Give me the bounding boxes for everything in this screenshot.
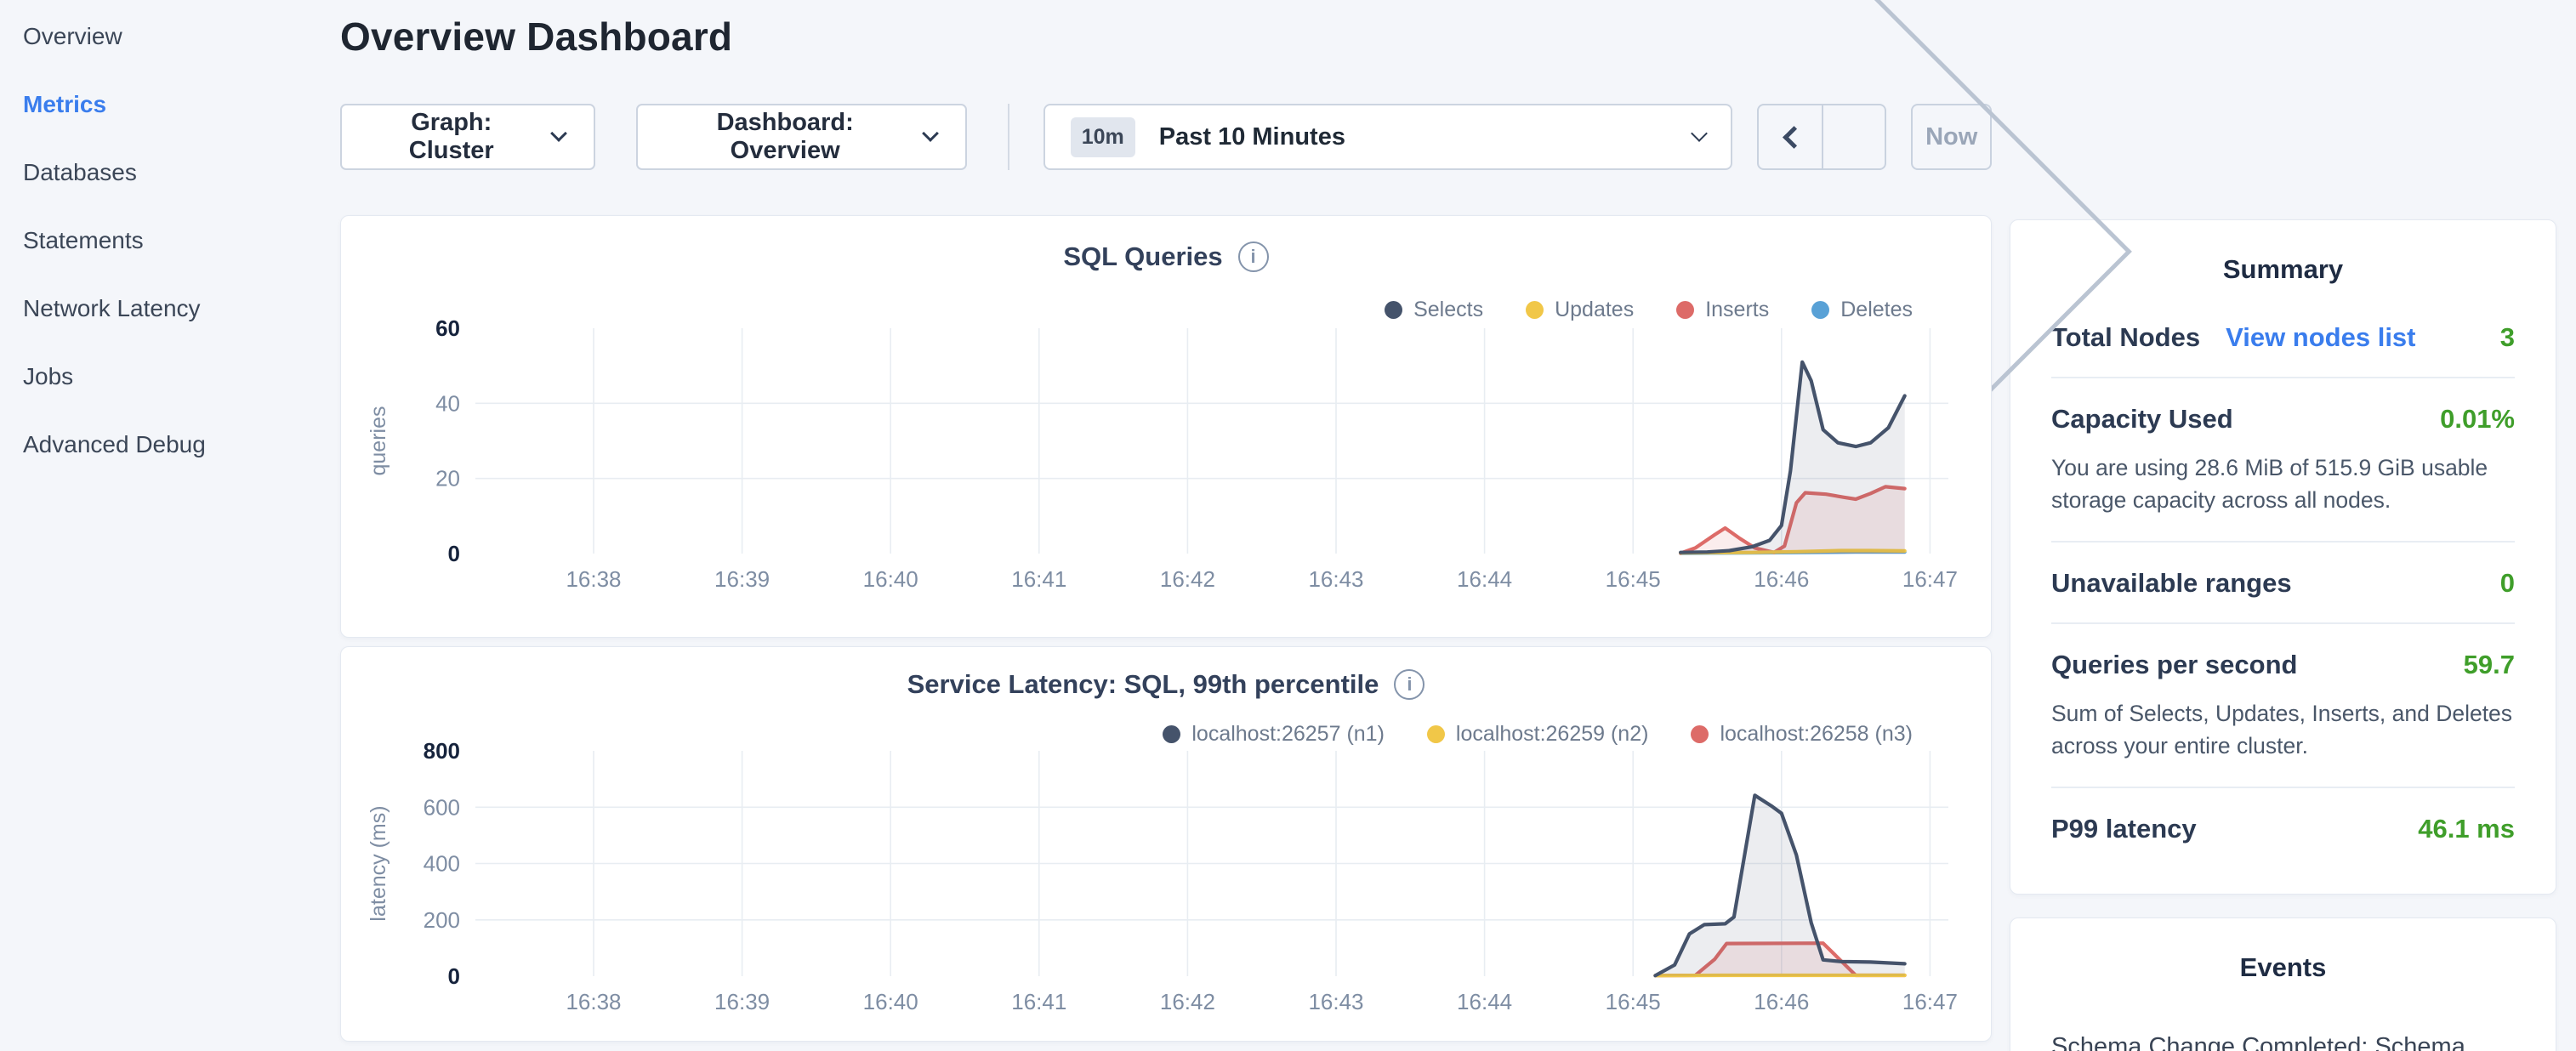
svg-text:20: 20: [435, 466, 460, 491]
graph-dropdown-label: Graph: Cluster: [371, 109, 532, 165]
svg-text:16:42: 16:42: [1160, 566, 1215, 592]
summary-row-value: 46.1 ms: [2418, 814, 2515, 844]
vertical-divider: [1008, 104, 1009, 170]
svg-text:16:39: 16:39: [714, 989, 770, 1014]
sidebar-item-metrics[interactable]: Metrics: [23, 90, 340, 118]
main-content: Overview Dashboard Graph: Cluster Dashbo…: [340, 0, 1992, 1051]
summary-row-label: Total Nodes: [2051, 322, 2200, 353]
svg-text:800: 800: [424, 741, 460, 764]
legend-dot-icon: [1811, 301, 1829, 319]
svg-text:16:45: 16:45: [1606, 989, 1661, 1014]
summary-row-unavailable-ranges: Unavailable ranges 0: [2051, 541, 2515, 622]
view-nodes-list-link[interactable]: View nodes list: [2226, 322, 2415, 353]
sidebar-item-advanced-debug[interactable]: Advanced Debug: [23, 430, 340, 458]
svg-text:16:46: 16:46: [1754, 989, 1809, 1014]
chevron-down-icon: [550, 125, 567, 142]
summary-panel: Summary Total NodesView nodes list3Capac…: [2010, 219, 2556, 895]
sidebar-item-jobs[interactable]: Jobs: [23, 362, 340, 390]
summary-row-queries-per-second: Queries per second 59.7 Sum of Selects, Up…: [2051, 622, 2515, 787]
sidebar-item-databases[interactable]: Databases: [23, 158, 340, 186]
time-nav-button-group: [1757, 104, 1886, 170]
svg-text:600: 600: [424, 794, 460, 820]
chart-title: Service Latency: SQL, 99th percentile i: [341, 669, 1991, 700]
svg-text:16:41: 16:41: [1011, 989, 1066, 1014]
summary-row-value: 59.7: [2464, 650, 2515, 680]
svg-text:16:44: 16:44: [1457, 989, 1512, 1014]
sidebar: Overview Metrics Databases Statements Networ…: [0, 0, 340, 1051]
svg-text:latency (ms): latency (ms): [367, 805, 390, 921]
chart-plot: 16:38 16:39 16:40 16:41 16:42 16:43 16:44 16:45…: [341, 741, 1993, 1034]
svg-text:0: 0: [448, 963, 460, 989]
summary-row-total-nodes: Total Nodes View nodes list 3: [2051, 297, 2515, 377]
summary-row-value: 3: [2500, 322, 2515, 353]
svg-text:16:42: 16:42: [1160, 989, 1215, 1014]
sidebar-item-statements[interactable]: Statements: [23, 226, 340, 254]
chart-title-text: Service Latency: SQL, 99th percentile: [907, 669, 1379, 700]
svg-text:60: 60: [435, 318, 460, 341]
time-range-picker[interactable]: 10m Past 10 Minutes: [1043, 104, 1733, 170]
svg-text:16:44: 16:44: [1457, 566, 1512, 592]
svg-text:400: 400: [424, 851, 460, 877]
chart-title: SQL Queries i: [341, 241, 1991, 272]
sidebar-item-network-latency[interactable]: Network Latency: [23, 294, 340, 322]
sidebar-nav-list: Overview Metrics Databases Statements Networ…: [23, 22, 340, 458]
dashboard-dropdown-label: Dashboard: Overview: [667, 109, 904, 165]
svg-text:16:46: 16:46: [1754, 566, 1809, 592]
svg-text:16:43: 16:43: [1308, 566, 1363, 592]
svg-text:16:39: 16:39: [714, 566, 770, 592]
svg-text:queries: queries: [367, 406, 390, 476]
summary-row-label: P99 latency: [2051, 814, 2197, 844]
time-forward-button[interactable]: [1822, 105, 1885, 168]
chart-title-text: SQL Queries: [1063, 241, 1222, 272]
time-range-label: Past 10 Minutes: [1159, 123, 1694, 151]
chevron-down-icon: [922, 125, 939, 142]
controls-row: Graph: Cluster Dashboard: Overview 10m P…: [340, 104, 1992, 170]
graph-dropdown[interactable]: Graph: Cluster: [340, 104, 595, 170]
info-icon[interactable]: i: [1394, 669, 1424, 700]
summary-row-label: Queries per second: [2051, 650, 2297, 680]
svg-text:16:40: 16:40: [863, 989, 918, 1014]
svg-text:16:38: 16:38: [566, 566, 621, 592]
summary-rows: Total Nodes View nodes list 3 Capacity Used…: [2051, 297, 2515, 868]
chart-plot: 16:38 16:39 16:40 16:41 16:42 16:43 16:44 16:45…: [341, 318, 1993, 611]
legend-dot-icon: [1526, 301, 1544, 319]
svg-text:16:43: 16:43: [1308, 989, 1363, 1014]
svg-text:16:47: 16:47: [1902, 989, 1958, 1014]
summary-row-value: 0.01%: [2440, 404, 2515, 435]
summary-row-note: You are using 28.6 MiB of 515.9 GiB usab…: [2051, 452, 2515, 517]
sql-queries-chart-card: SQL Queries i SelectsUpdatesInsertsDelet…: [340, 215, 1992, 638]
info-icon[interactable]: i: [1238, 241, 1269, 272]
legend-dot-icon: [1676, 301, 1694, 319]
app: Overview Metrics Databases Statements Networ…: [0, 0, 2576, 1051]
svg-text:16:41: 16:41: [1011, 566, 1066, 592]
svg-text:16:47: 16:47: [1902, 566, 1958, 592]
sidebar-item-overview[interactable]: Overview: [23, 22, 340, 50]
summary-row-label: Capacity Used: [2051, 404, 2233, 435]
right-sidebar: Summary Total NodesView nodes list3Capac…: [2010, 0, 2556, 1051]
dashboard-dropdown[interactable]: Dashboard: Overview: [636, 104, 967, 170]
svg-text:200: 200: [424, 907, 460, 933]
summary-row-value: 0: [2500, 568, 2515, 599]
summary-row-label: Unavailable ranges: [2051, 568, 2292, 599]
events-panel: Events Schema Change Completed: Schema c…: [2010, 917, 2556, 1051]
svg-text:16:38: 16:38: [566, 989, 621, 1014]
summary-row-capacity-used: Capacity Used 0.01% You are using 28.6 MiB…: [2051, 377, 2515, 541]
events-title: Events: [2051, 952, 2515, 983]
svg-text:40: 40: [435, 390, 460, 416]
event-message: Schema Change Completed: Schema change w…: [2051, 1027, 2515, 1051]
events-list: Schema Change Completed: Schema change w…: [2051, 1027, 2515, 1051]
summary-row-p99-latency: P99 latency 46.1 ms: [2051, 787, 2515, 868]
svg-text:0: 0: [448, 541, 460, 566]
summary-row-note: Sum of Selects, Updates, Inserts, and De…: [2051, 697, 2515, 763]
svg-text:16:40: 16:40: [863, 566, 918, 592]
legend-dot-icon: [1385, 301, 1402, 319]
service-latency-chart-card: Service Latency: SQL, 99th percentile i …: [340, 646, 1992, 1042]
svg-text:16:45: 16:45: [1606, 566, 1661, 592]
time-range-badge: 10m: [1071, 117, 1135, 157]
